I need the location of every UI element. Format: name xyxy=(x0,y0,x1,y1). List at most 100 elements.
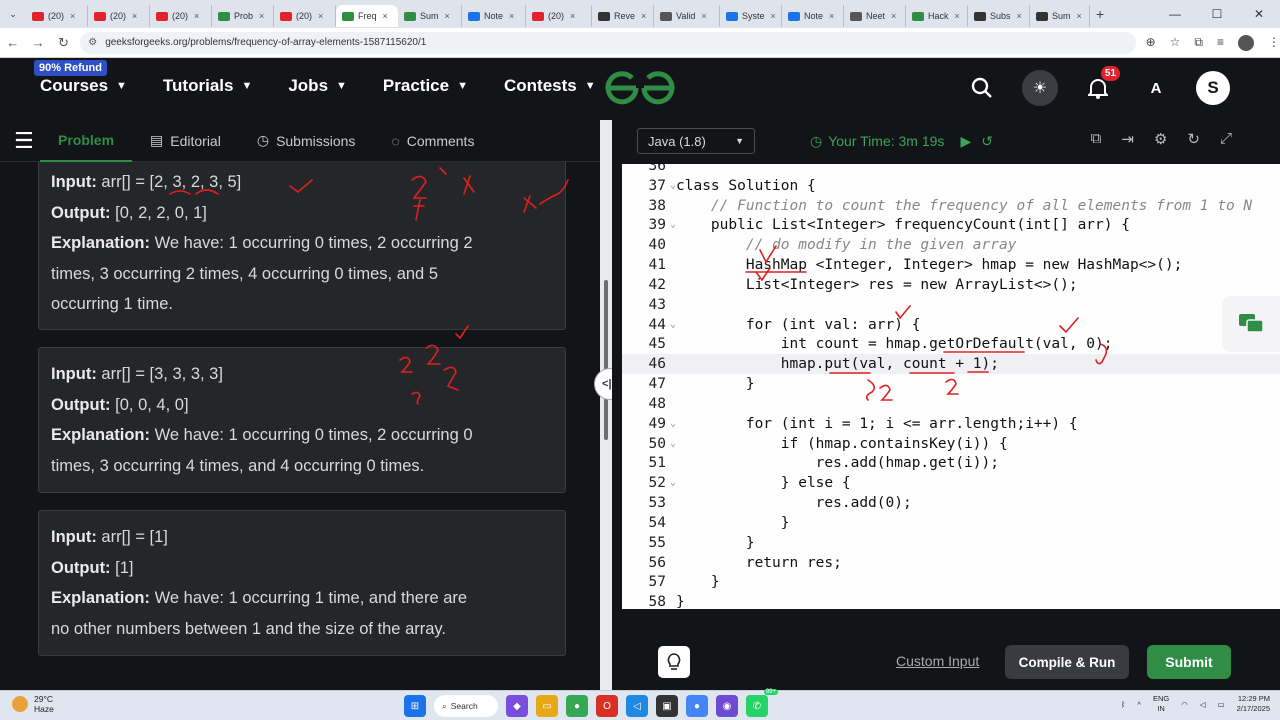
reading-list-icon[interactable]: ≡ xyxy=(1217,35,1224,51)
tab-close-icon[interactable]: × xyxy=(318,11,323,21)
user-avatar[interactable]: S xyxy=(1196,71,1230,105)
language-select[interactable]: Java (1.8) ▼ xyxy=(637,128,755,154)
tab-submissions[interactable]: ◷ Submissions xyxy=(239,120,374,162)
browser-tab[interactable]: (20) × xyxy=(526,5,592,27)
taskbar-search[interactable]: ⌕ Search xyxy=(434,695,498,717)
chrome-icon[interactable]: ● xyxy=(566,695,588,717)
app-icon[interactable]: ▣ xyxy=(656,695,678,717)
nav-courses[interactable]: Courses ▼ xyxy=(40,76,127,96)
browser-tab[interactable]: Subs × xyxy=(968,5,1030,27)
copilot-icon[interactable]: ◆ xyxy=(506,695,528,717)
new-tab-button[interactable]: + xyxy=(1096,6,1104,22)
tab-close-icon[interactable]: × xyxy=(194,11,199,21)
nav-jobs[interactable]: Jobs ▼ xyxy=(288,76,347,96)
tab-close-icon[interactable]: × xyxy=(891,11,896,21)
settings-icon[interactable]: ⚙ xyxy=(1154,130,1167,148)
compile-run-button[interactable]: Compile & Run xyxy=(1005,645,1129,679)
browser-tab[interactable]: Hack × xyxy=(906,5,968,27)
tray-overflow-icon[interactable]: ^ xyxy=(1137,700,1141,709)
export-icon[interactable]: ⇥ xyxy=(1121,130,1134,148)
windows-start-icon[interactable]: ⊞ xyxy=(404,695,426,717)
weather-widget[interactable]: 29°C Haze xyxy=(12,694,54,714)
fullscreen-icon[interactable]: ⤢ xyxy=(1220,130,1232,148)
gfg-logo[interactable] xyxy=(604,68,676,108)
code-editor[interactable]: 36 37 ⌄ class Solution {38 // Function to c… xyxy=(622,164,1280,609)
browser-tab[interactable]: Note × xyxy=(462,5,526,27)
chat-button[interactable] xyxy=(1222,296,1280,352)
whatsapp-icon[interactable]: ✆ 99+ xyxy=(746,689,778,717)
translate-icon[interactable]: A xyxy=(1138,70,1174,106)
browser-tab[interactable]: Note × xyxy=(782,5,844,27)
tab-close-icon[interactable]: × xyxy=(259,11,264,21)
more-menu-icon[interactable]: ⋮ xyxy=(1268,35,1280,51)
profile-avatar[interactable] xyxy=(1238,34,1255,51)
nav-practice[interactable]: Practice ▼ xyxy=(383,76,468,96)
refresh-icon[interactable]: ↻ xyxy=(1187,130,1200,148)
bookmark-star-icon[interactable]: ☆ xyxy=(1170,35,1181,51)
zoom-icon[interactable]: ⊕ xyxy=(1146,35,1156,51)
close-window-button[interactable]: ✕ xyxy=(1238,7,1280,21)
url-field[interactable]: ⚙ geeksforgeeks.org/problems/frequency-o… xyxy=(80,31,1136,54)
tab-close-icon[interactable]: × xyxy=(1077,11,1082,21)
browser-tab[interactable]: Sum × xyxy=(1030,5,1090,27)
lightbulb-icon[interactable] xyxy=(658,646,690,678)
language-indicator[interactable]: ENG IN xyxy=(1153,694,1169,714)
browser-tab[interactable]: (20) × xyxy=(88,5,150,27)
site-info-icon[interactable]: ⚙ xyxy=(88,37,97,48)
browser-tab[interactable]: (20) × xyxy=(274,5,336,27)
tab-close-icon[interactable]: × xyxy=(132,11,137,21)
browser-tab[interactable]: (20) × xyxy=(150,5,212,27)
chrome-alt-icon[interactable]: ● xyxy=(686,695,708,717)
browser-tab[interactable]: Reve × xyxy=(592,5,654,27)
browser-tab[interactable]: (20) × xyxy=(26,5,88,27)
browser-tab[interactable]: Sum × xyxy=(398,5,462,27)
problem-scrollbar[interactable] xyxy=(604,280,608,440)
play-icon[interactable]: ▶ xyxy=(960,133,971,150)
tab-comments[interactable]: ◌ Comments xyxy=(373,120,492,162)
tab-close-icon[interactable]: × xyxy=(383,11,388,21)
back-button[interactable]: ← xyxy=(0,35,25,50)
bell-icon[interactable]: 51 xyxy=(1080,66,1120,106)
wifi-icon[interactable]: ◠ xyxy=(1181,700,1188,709)
tab-close-icon[interactable]: × xyxy=(1017,11,1022,21)
battery-icon[interactable]: ▭ xyxy=(1218,700,1225,709)
tab-close-icon[interactable]: × xyxy=(955,11,960,21)
opera-icon[interactable]: O xyxy=(596,695,618,717)
reset-timer-icon[interactable]: ↺ xyxy=(981,133,993,150)
tab-close-icon[interactable]: × xyxy=(445,11,450,21)
tab-close-icon[interactable]: × xyxy=(771,11,776,21)
minimize-button[interactable]: — xyxy=(1154,7,1196,21)
extensions-icon[interactable]: ⧉ xyxy=(1194,35,1203,51)
theme-toggle-icon[interactable]: ☀ xyxy=(1022,70,1058,106)
tab-editorial[interactable]: ▤ Editorial xyxy=(132,120,239,162)
nav-contests[interactable]: Contests ▼ xyxy=(504,76,596,96)
refund-badge[interactable]: 90% Refund xyxy=(34,60,107,76)
tab-close-icon[interactable]: × xyxy=(570,11,575,21)
file-explorer-icon[interactable]: ▭ xyxy=(536,695,558,717)
vscode-icon[interactable]: ◁ xyxy=(626,695,648,717)
maximize-button[interactable]: ☐ xyxy=(1196,7,1238,21)
copy-icon[interactable]: ⧉ xyxy=(1091,130,1102,148)
bluetooth-icon[interactable]: ᛒ xyxy=(1121,700,1126,709)
tab-close-icon[interactable]: × xyxy=(70,11,75,21)
submit-button[interactable]: Submit xyxy=(1147,645,1231,679)
clock[interactable]: 12:29 PM 2/17/2025 xyxy=(1237,694,1270,714)
tab-close-icon[interactable]: × xyxy=(829,11,834,21)
browser-tab[interactable]: Prob × xyxy=(212,5,274,27)
forward-button[interactable]: → xyxy=(25,35,50,50)
volume-icon[interactable]: ◁ xyxy=(1200,700,1206,709)
browser-tab[interactable]: Neet × xyxy=(844,5,906,27)
nav-tutorials[interactable]: Tutorials ▼ xyxy=(163,76,252,96)
custom-input-link[interactable]: Custom Input xyxy=(896,653,979,669)
search-icon[interactable] xyxy=(964,70,1000,106)
problem-content[interactable]: Input: arr[] = [2, 3, 2, 3, 5] Output: [… xyxy=(0,162,600,690)
discord-icon[interactable]: ◉ xyxy=(716,695,738,717)
browser-tab[interactable]: Valid × xyxy=(654,5,720,27)
tab-search-icon[interactable]: ⌄ xyxy=(0,0,26,28)
tab-problem[interactable]: Problem xyxy=(40,120,133,162)
reload-button[interactable]: ↻ xyxy=(51,35,76,51)
browser-tab[interactable]: Syste × xyxy=(720,5,782,27)
tab-close-icon[interactable]: × xyxy=(641,11,646,21)
tab-close-icon[interactable]: × xyxy=(509,11,514,21)
browser-tab[interactable]: Freq × xyxy=(336,5,398,27)
